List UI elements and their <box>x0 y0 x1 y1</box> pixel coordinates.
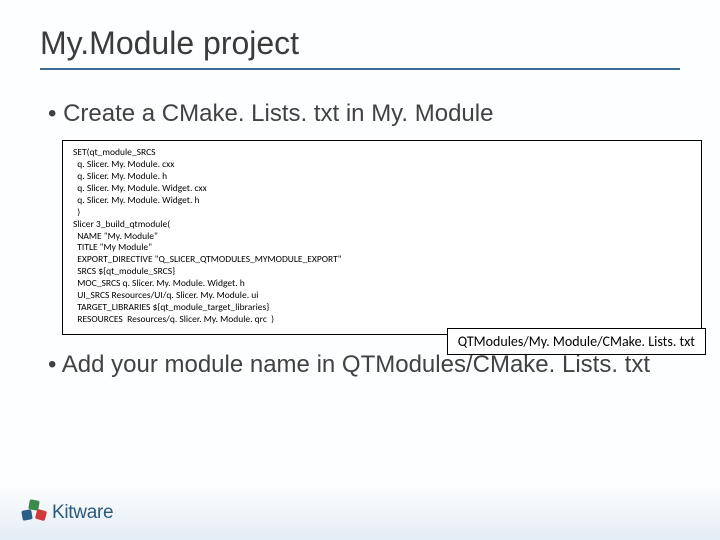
kitware-logo-icon <box>22 500 48 526</box>
kitware-logo-text: Kitware <box>52 502 113 524</box>
kitware-logo: Kitware <box>22 500 113 526</box>
slide: My.Module project Create a CMake. Lists.… <box>0 0 720 540</box>
slide-title: My.Module project <box>40 25 680 70</box>
file-path-label: QTModules/My. Module/CMake. Lists. txt <box>447 328 706 355</box>
code-block: SET(qt_module_SRCS q. Slicer. My. Module… <box>62 140 702 334</box>
bullet-1: Create a CMake. Lists. txt in My. Module <box>48 98 680 130</box>
